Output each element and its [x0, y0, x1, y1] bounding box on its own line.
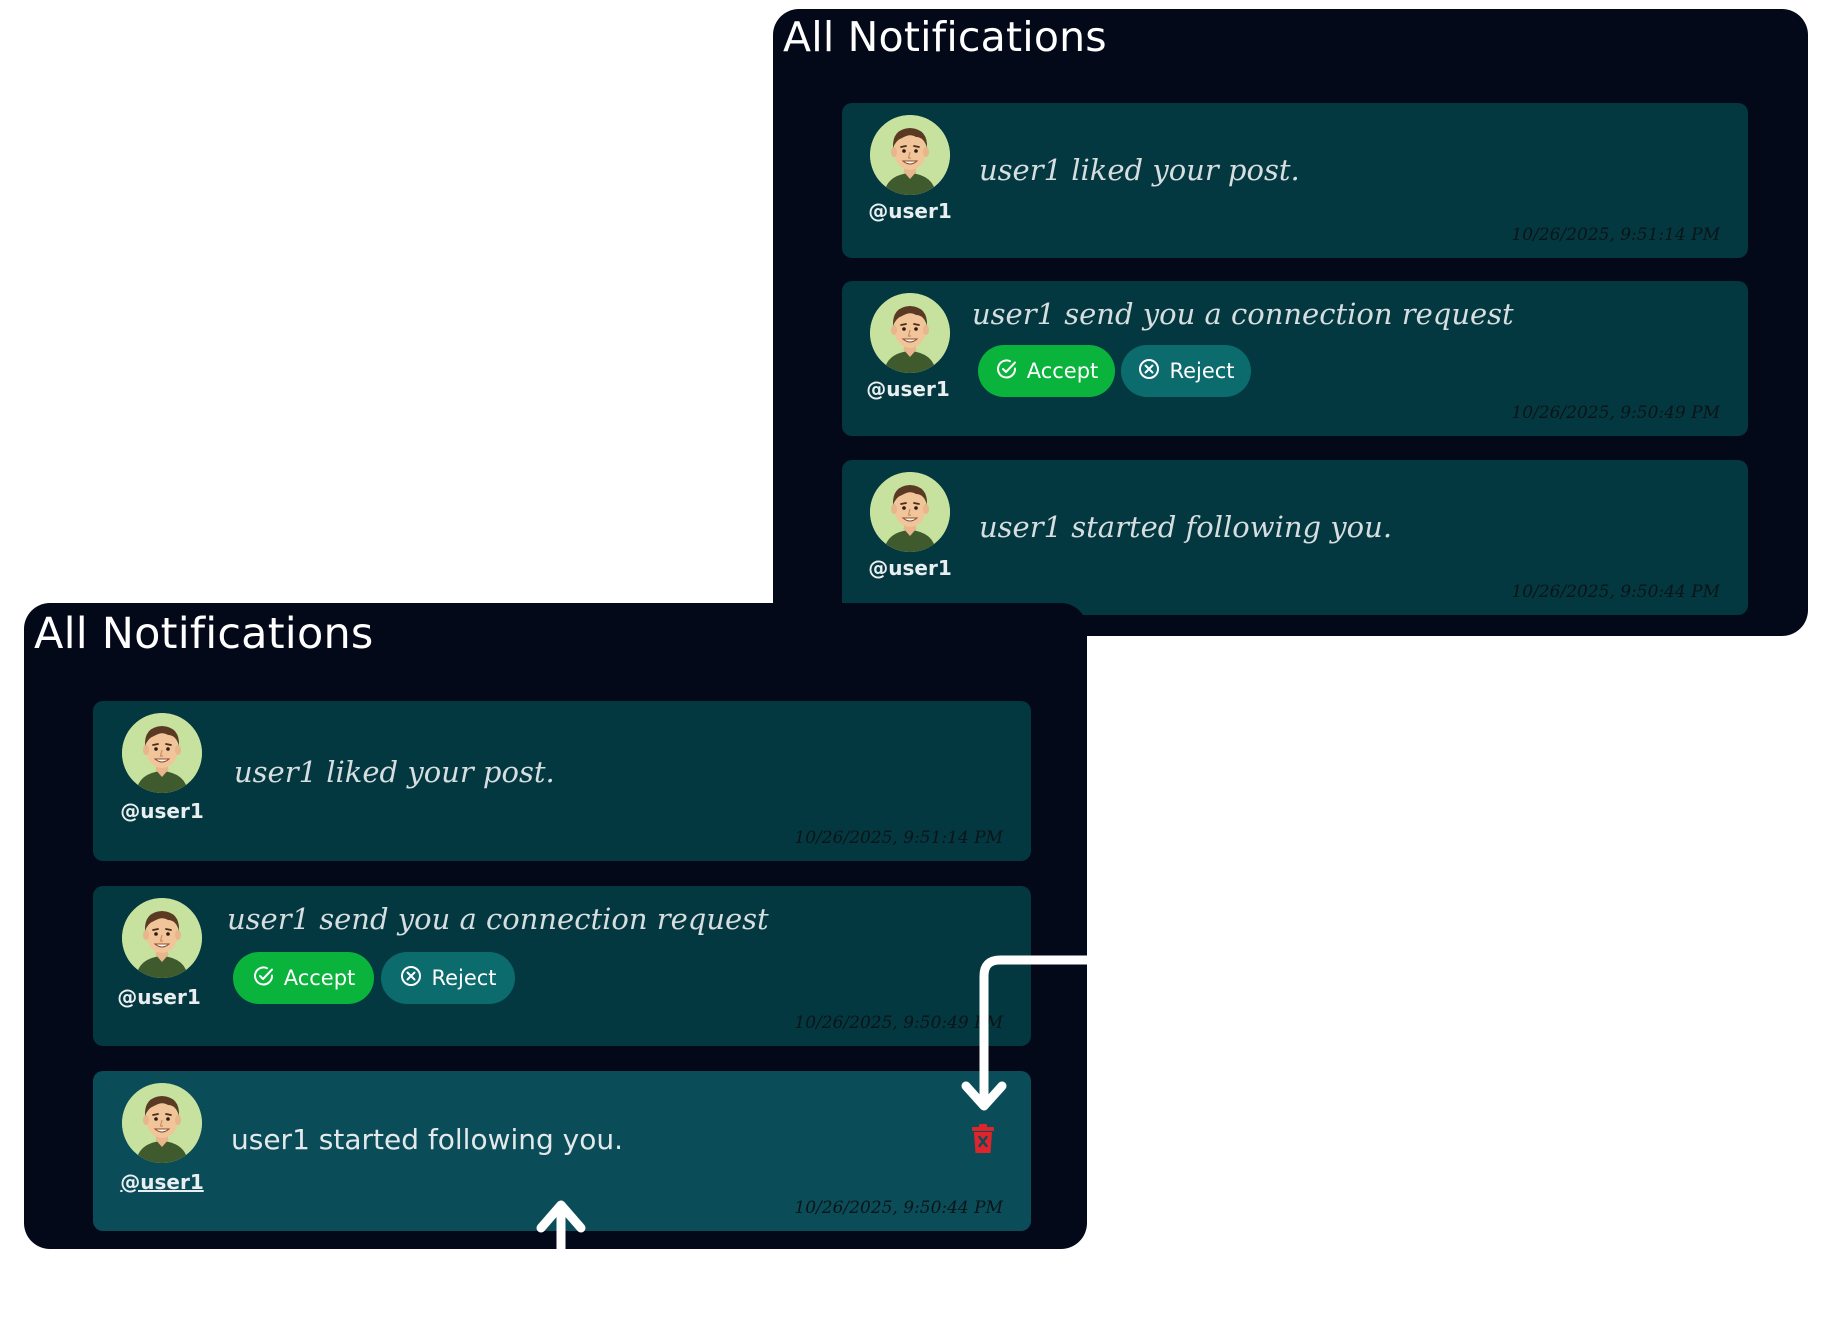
notifications-panel-after: All Notifications @user1 user1 liked you… [24, 603, 1087, 1249]
notification-message: user1 liked your post. [234, 755, 555, 789]
panel-title: All Notifications [34, 609, 374, 659]
user-avatar[interactable] [122, 713, 202, 793]
x-circle-icon [1137, 357, 1161, 386]
notification-timestamp: 10/26/2025, 9:50:49 PM [1511, 403, 1720, 423]
reject-label: Reject [1169, 359, 1235, 383]
user-handle-link[interactable]: @user1 [858, 377, 958, 401]
notification-card-connection-request[interactable]: @user1 user1 send you a connection reque… [842, 281, 1748, 436]
notification-card-follow[interactable]: @user1 user1 started following you. 10/2… [93, 1071, 1031, 1231]
notifications-panel-before: All Notifications @user1 user1 liked you… [773, 9, 1808, 636]
user-avatar[interactable] [870, 472, 950, 552]
user-handle-link[interactable]: @user1 [109, 985, 209, 1009]
notification-timestamp: 10/26/2025, 9:50:49 PM [794, 1013, 1003, 1033]
user-avatar[interactable] [122, 898, 202, 978]
notification-timestamp: 10/26/2025, 9:51:14 PM [794, 828, 1003, 848]
user-handle-link[interactable]: @user1 [112, 799, 212, 823]
reject-button[interactable]: Reject [381, 952, 515, 1004]
notification-card-follow[interactable]: @user1 user1 started following you. 10/2… [842, 460, 1748, 615]
x-circle-icon [399, 964, 423, 993]
user-avatar[interactable] [870, 115, 950, 195]
reject-label: Reject [431, 966, 497, 990]
notification-message: user1 send you a connection request [972, 297, 1514, 331]
notification-card-like[interactable]: @user1 user1 liked your post. 10/26/2025… [93, 701, 1031, 861]
reject-button[interactable]: Reject [1121, 345, 1251, 397]
accept-label: Accept [283, 966, 356, 990]
notification-message: user1 liked your post. [979, 153, 1300, 187]
user-handle-link[interactable]: @user1 [112, 1170, 212, 1194]
notification-message: user1 started following you. [231, 1123, 624, 1156]
user-avatar[interactable] [870, 293, 950, 373]
accept-button[interactable]: Accept [233, 952, 374, 1004]
panel-title: All Notifications [783, 13, 1107, 61]
notification-timestamp: 10/26/2025, 9:51:14 PM [1511, 225, 1720, 245]
notification-timestamp: 10/26/2025, 9:50:44 PM [1511, 582, 1720, 602]
notification-card-like[interactable]: @user1 user1 liked your post. 10/26/2025… [842, 103, 1748, 258]
trash-icon[interactable] [970, 1124, 996, 1154]
check-circle-icon [252, 964, 276, 993]
notification-message: user1 send you a connection request [227, 902, 769, 936]
user-handle-link[interactable]: @user1 [860, 199, 960, 223]
user-handle-link[interactable]: @user1 [860, 556, 960, 580]
accept-button[interactable]: Accept [978, 345, 1115, 397]
notification-message: user1 started following you. [979, 510, 1393, 544]
check-circle-icon [995, 357, 1019, 386]
accept-label: Accept [1026, 359, 1099, 383]
notification-card-connection-request[interactable]: @user1 user1 send you a connection reque… [93, 886, 1031, 1046]
user-avatar[interactable] [122, 1083, 202, 1163]
notification-timestamp: 10/26/2025, 9:50:44 PM [794, 1198, 1003, 1218]
